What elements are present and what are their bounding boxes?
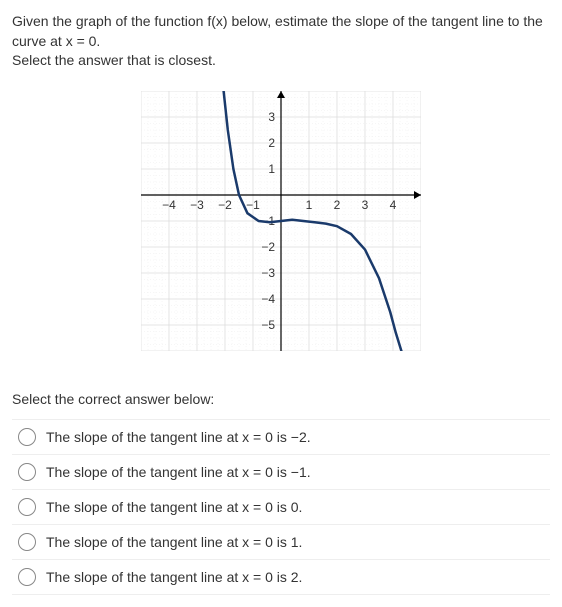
radio-icon — [18, 533, 36, 551]
question-line-2: Select the answer that is closest. — [12, 52, 216, 68]
svg-text:−4: −4 — [261, 292, 275, 306]
svg-text:4: 4 — [390, 198, 397, 212]
option-0[interactable]: The slope of the tangent line at x = 0 i… — [12, 419, 550, 455]
options-list: The slope of the tangent line at x = 0 i… — [12, 419, 550, 595]
question-text: Given the graph of the function f(x) bel… — [12, 12, 550, 71]
svg-text:−2: −2 — [218, 198, 232, 212]
option-label: The slope of the tangent line at x = 0 i… — [46, 429, 311, 445]
option-4[interactable]: The slope of the tangent line at x = 0 i… — [12, 560, 550, 595]
graph-container: −4−3−2−11234−5−4−3−2−1123 — [12, 91, 550, 351]
function-graph: −4−3−2−11234−5−4−3−2−1123 — [141, 91, 421, 351]
option-label: The slope of the tangent line at x = 0 i… — [46, 499, 302, 515]
svg-text:3: 3 — [362, 198, 369, 212]
svg-text:1: 1 — [268, 162, 275, 176]
svg-text:2: 2 — [334, 198, 341, 212]
radio-icon — [18, 428, 36, 446]
svg-text:−4: −4 — [162, 198, 176, 212]
svg-text:3: 3 — [268, 110, 275, 124]
answer-prompt: Select the correct answer below: — [12, 391, 550, 407]
radio-icon — [18, 568, 36, 586]
svg-text:1: 1 — [306, 198, 313, 212]
option-1[interactable]: The slope of the tangent line at x = 0 i… — [12, 455, 550, 490]
option-3[interactable]: The slope of the tangent line at x = 0 i… — [12, 525, 550, 560]
radio-icon — [18, 463, 36, 481]
svg-text:−2: −2 — [261, 240, 275, 254]
radio-icon — [18, 498, 36, 516]
option-label: The slope of the tangent line at x = 0 i… — [46, 464, 311, 480]
option-label: The slope of the tangent line at x = 0 i… — [46, 569, 302, 585]
svg-text:−5: −5 — [261, 318, 275, 332]
svg-text:−1: −1 — [246, 198, 260, 212]
svg-text:−3: −3 — [261, 266, 275, 280]
question-line-1: Given the graph of the function f(x) bel… — [12, 13, 543, 49]
svg-text:−3: −3 — [190, 198, 204, 212]
svg-text:2: 2 — [268, 136, 275, 150]
option-2[interactable]: The slope of the tangent line at x = 0 i… — [12, 490, 550, 525]
option-label: The slope of the tangent line at x = 0 i… — [46, 534, 302, 550]
